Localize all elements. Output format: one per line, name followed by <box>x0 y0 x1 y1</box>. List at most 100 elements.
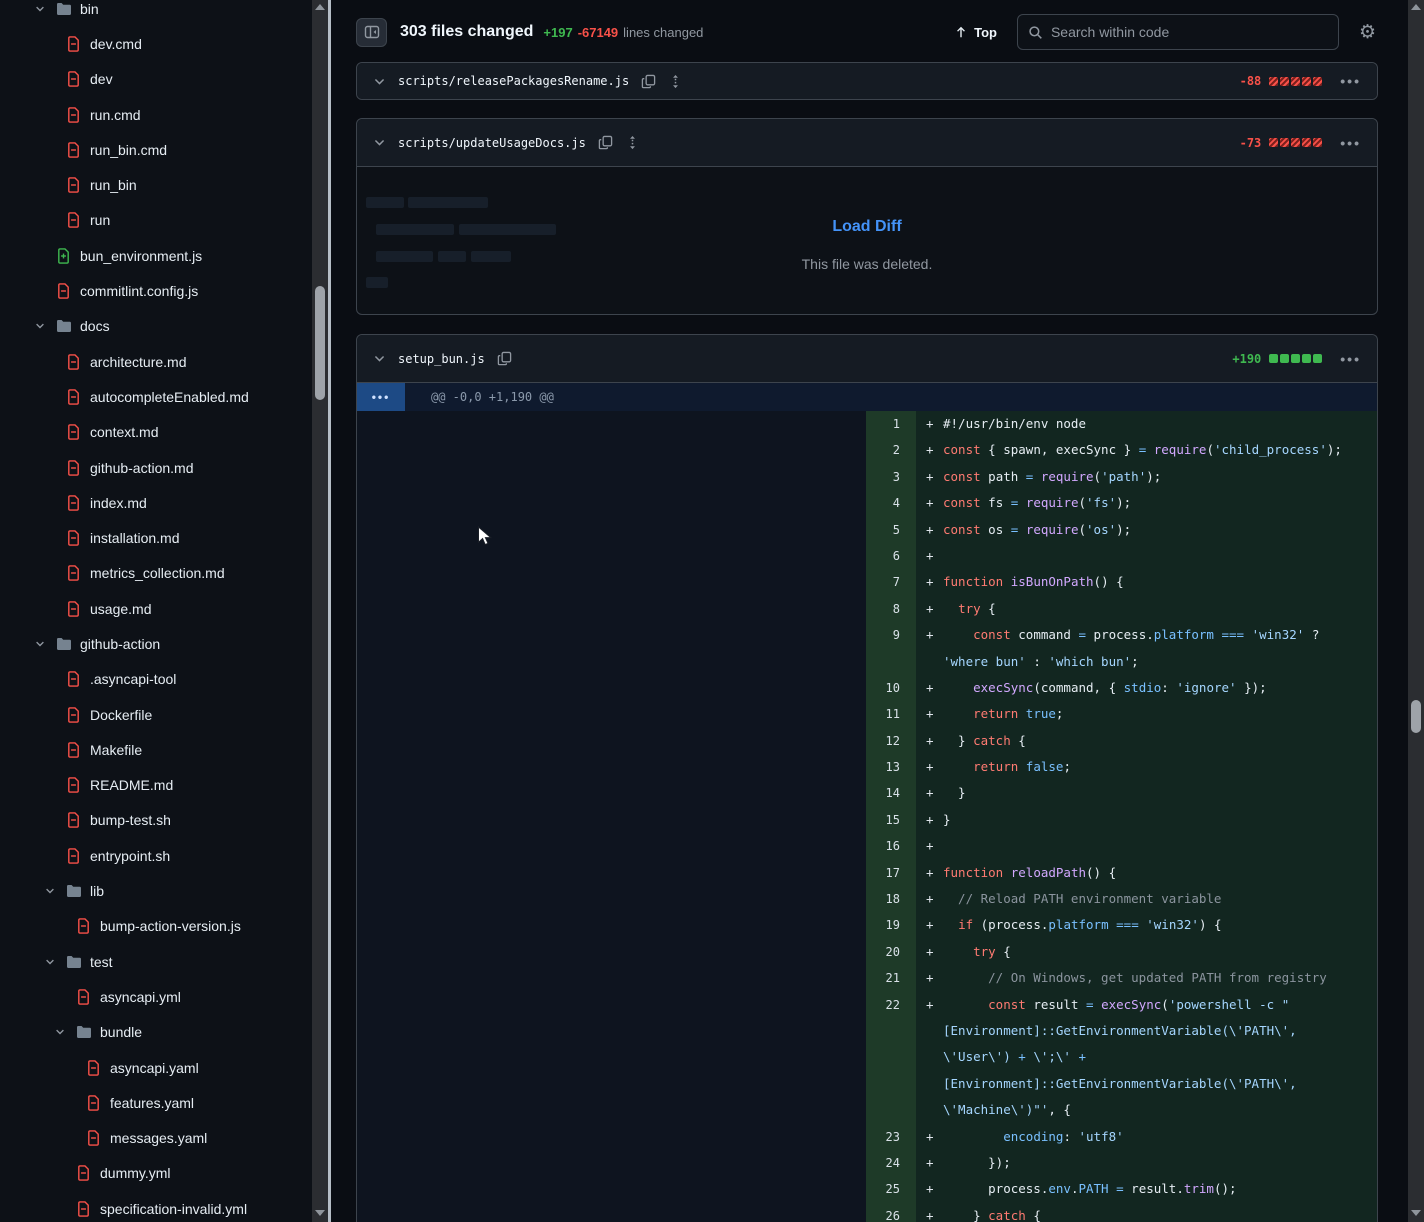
tree-file-index.md[interactable]: index.md <box>0 485 312 520</box>
tree-folder-docs[interactable]: docs <box>0 309 312 344</box>
tree-file-messages.yaml[interactable]: messages.yaml <box>0 1121 312 1156</box>
chevron-down-icon[interactable] <box>44 956 66 968</box>
tree-file-architecture.md[interactable]: architecture.md <box>0 344 312 379</box>
drag-reorder-icon[interactable] <box>625 135 640 150</box>
line-number[interactable]: 7 <box>866 569 916 595</box>
kebab-menu-icon[interactable]: ••• <box>1340 135 1361 151</box>
sidebar-scroll-up-icon[interactable] <box>315 4 325 10</box>
line-number[interactable]: 18 <box>866 886 916 912</box>
copy-path-icon[interactable] <box>598 135 613 150</box>
tree-file-run_bin.cmd[interactable]: run_bin.cmd <box>0 132 312 167</box>
copy-path-icon[interactable] <box>497 351 512 366</box>
line-number[interactable]: 2 <box>866 437 916 463</box>
line-number[interactable] <box>866 1044 916 1070</box>
line-number[interactable]: 8 <box>866 596 916 622</box>
line-number[interactable]: 9 <box>866 622 916 648</box>
line-number[interactable]: 14 <box>866 780 916 806</box>
line-number[interactable]: 1 <box>866 411 916 437</box>
line-number[interactable]: 4 <box>866 490 916 516</box>
tree-file-specification-invalid.yml[interactable]: specification-invalid.yml <box>0 1191 312 1222</box>
line-number[interactable] <box>866 1097 916 1123</box>
tree-file-entrypoint.sh[interactable]: entrypoint.sh <box>0 838 312 873</box>
chevron-down-icon[interactable] <box>34 638 56 650</box>
tree-file-dev[interactable]: dev <box>0 62 312 97</box>
chevron-down-icon[interactable] <box>34 3 56 15</box>
expand-hunk-button[interactable]: ••• <box>357 383 405 411</box>
collapse-file-tree-button[interactable] <box>356 18 387 47</box>
gear-icon[interactable]: ⚙ <box>1359 23 1376 42</box>
chevron-down-icon[interactable] <box>34 320 56 332</box>
tree-folder-test[interactable]: test <box>0 944 312 979</box>
line-number[interactable]: 12 <box>866 728 916 754</box>
search-within-code-box[interactable] <box>1017 14 1339 50</box>
line-number[interactable]: 6 <box>866 543 916 569</box>
line-number[interactable]: 3 <box>866 464 916 490</box>
tree-file-usage.md[interactable]: usage.md <box>0 591 312 626</box>
load-diff-button[interactable]: Load Diff <box>357 218 1377 236</box>
line-number[interactable]: 5 <box>866 517 916 543</box>
copy-path-icon[interactable] <box>641 74 656 89</box>
chevron-down-icon[interactable] <box>54 1026 76 1038</box>
tree-file-installation.md[interactable]: installation.md <box>0 520 312 555</box>
kebab-menu-icon[interactable]: ••• <box>1340 351 1361 367</box>
tree-file-run[interactable]: run <box>0 203 312 238</box>
chevron-down-icon[interactable] <box>373 352 386 365</box>
tree-folder-lib[interactable]: lib <box>0 873 312 908</box>
tree-file-asyncapi.yml[interactable]: asyncapi.yml <box>0 979 312 1014</box>
tree-file-autocompleteEnabled.md[interactable]: autocompleteEnabled.md <box>0 379 312 414</box>
tree-file-dummy.yml[interactable]: dummy.yml <box>0 1156 312 1191</box>
line-number[interactable]: 19 <box>866 912 916 938</box>
line-number[interactable]: 24 <box>866 1150 916 1176</box>
tree-file-context.md[interactable]: context.md <box>0 415 312 450</box>
line-number[interactable]: 25 <box>866 1176 916 1202</box>
tree-file-Dockerfile[interactable]: Dockerfile <box>0 697 312 732</box>
kebab-menu-icon[interactable]: ••• <box>1340 73 1361 89</box>
tree-file-metrics_collection.md[interactable]: metrics_collection.md <box>0 556 312 591</box>
line-number[interactable]: 26 <box>866 1203 916 1222</box>
sidebar-scrollbar[interactable] <box>312 0 328 1222</box>
tree-file-bun_environment.js[interactable]: bun_environment.js <box>0 238 312 273</box>
tree-file-features.yaml[interactable]: features.yaml <box>0 1085 312 1120</box>
tree-file-commitlint.config.js[interactable]: commitlint.config.js <box>0 273 312 308</box>
tree-file-asyncapi.yaml[interactable]: asyncapi.yaml <box>0 1050 312 1085</box>
sidebar-scroll-down-icon[interactable] <box>315 1210 325 1216</box>
tree-folder-bundle[interactable]: bundle <box>0 1015 312 1050</box>
line-number[interactable]: 21 <box>866 965 916 991</box>
line-number[interactable]: 13 <box>866 754 916 780</box>
file-name[interactable]: scripts/releasePackagesRename.js <box>398 74 629 88</box>
line-number[interactable]: 23 <box>866 1124 916 1150</box>
line-number[interactable]: 20 <box>866 939 916 965</box>
line-number[interactable] <box>866 1018 916 1044</box>
line-number[interactable] <box>866 1071 916 1097</box>
tree-file-Makefile[interactable]: Makefile <box>0 732 312 767</box>
line-number[interactable]: 10 <box>866 675 916 701</box>
tree-file-README.md[interactable]: README.md <box>0 768 312 803</box>
scroll-to-top-button[interactable]: Top <box>954 25 997 40</box>
line-number[interactable]: 16 <box>866 833 916 859</box>
tree-file-run_bin[interactable]: run_bin <box>0 167 312 202</box>
main-scrollbar-thumb[interactable] <box>1411 700 1421 733</box>
sidebar-scrollbar-thumb[interactable] <box>315 286 325 400</box>
drag-reorder-icon[interactable] <box>668 74 683 89</box>
tree-file-dev.cmd[interactable]: dev.cmd <box>0 26 312 61</box>
main-scroll-down-icon[interactable] <box>1411 1210 1421 1216</box>
line-number[interactable] <box>866 649 916 675</box>
tree-file-.asyncapi-tool[interactable]: .asyncapi-tool <box>0 662 312 697</box>
tree-file-bump-test.sh[interactable]: bump-test.sh <box>0 803 312 838</box>
chevron-down-icon[interactable] <box>44 885 66 897</box>
file-name[interactable]: setup_bun.js <box>398 352 485 366</box>
tree-file-run.cmd[interactable]: run.cmd <box>0 97 312 132</box>
tree-folder-bin[interactable]: bin <box>0 0 312 26</box>
chevron-down-icon[interactable] <box>373 136 386 149</box>
chevron-down-icon[interactable] <box>373 75 386 88</box>
line-number[interactable]: 17 <box>866 860 916 886</box>
tree-file-github-action.md[interactable]: github-action.md <box>0 450 312 485</box>
main-scrollbar[interactable] <box>1408 0 1424 1222</box>
main-scroll-up-icon[interactable] <box>1411 4 1421 10</box>
tree-file-bump-action-version.js[interactable]: bump-action-version.js <box>0 909 312 944</box>
line-number[interactable]: 22 <box>866 992 916 1018</box>
tree-folder-github-action[interactable]: github-action <box>0 626 312 661</box>
line-number[interactable]: 11 <box>866 701 916 727</box>
file-name[interactable]: scripts/updateUsageDocs.js <box>398 136 586 150</box>
search-within-code-input[interactable] <box>1051 24 1311 40</box>
